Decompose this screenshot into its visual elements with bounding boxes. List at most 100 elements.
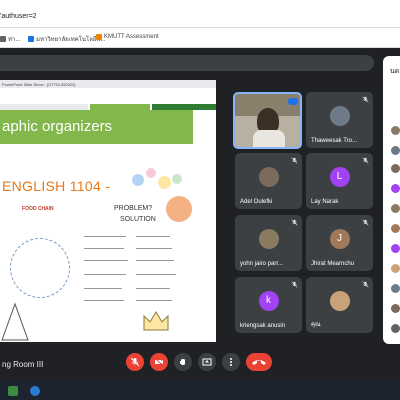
avatar: [329, 291, 350, 311]
participant-tile[interactable]: คุณ: [306, 277, 373, 333]
doodle-line: [84, 248, 124, 249]
participant-tile[interactable]: Adel Oulefki: [235, 153, 302, 209]
hand-icon: [180, 359, 185, 365]
avatar: [391, 184, 400, 193]
participant-name: คุณ: [311, 322, 321, 328]
avatar: [391, 164, 400, 173]
os-taskbar: [0, 382, 400, 400]
present-icon: [202, 358, 212, 366]
mic-off-icon: [291, 281, 298, 288]
bookmark-label: มหาวิทยาลัยเทคโนโลยีพ...: [36, 37, 106, 43]
mic-off-icon: [362, 281, 369, 288]
doodle-line: [84, 300, 124, 301]
doodle-solution: SOLUTION: [120, 216, 156, 223]
doodle-line: [84, 260, 128, 261]
avatar: k: [258, 291, 279, 311]
slide-title: aphic organizers: [2, 118, 113, 135]
avatar: [258, 229, 279, 249]
line-app-icon[interactable]: [8, 386, 18, 396]
mic-off-icon: [362, 219, 369, 226]
camera-toggle-button[interactable]: [150, 353, 168, 371]
doodle-line: [136, 260, 174, 261]
slide-title-band: aphic organizers: [0, 110, 193, 144]
doodle-bubble: [146, 168, 156, 178]
bookmark-item[interactable]: ท่า...: [0, 34, 20, 44]
doodle-problem: PROBLEM?: [114, 205, 153, 212]
end-call-button[interactable]: [246, 353, 272, 371]
avatar: J: [329, 229, 350, 249]
participant-tile[interactable]: Thaweesak Tro...: [306, 92, 373, 148]
doodle-line: [84, 288, 122, 289]
avatar: [391, 304, 400, 313]
avatar: [391, 146, 400, 155]
participant-name: Thaweesak Tro...: [311, 138, 358, 144]
participant-name: Adel Oulefki: [240, 199, 273, 205]
video-person-body: [253, 130, 285, 147]
bookmark-label: KMUTT Assessment: [104, 34, 159, 40]
bookmark-item[interactable]: KMUTT Assessment: [96, 34, 159, 40]
doodle-food-chain: FOOD CHAIN: [22, 206, 54, 212]
meeting-room-name: ng Room III: [2, 360, 44, 369]
avatar: L: [329, 167, 350, 187]
doodle-line: [136, 300, 172, 301]
present-button[interactable]: [198, 353, 216, 371]
doodle-triangle: [1, 302, 29, 341]
meeting-top-bar: [0, 55, 374, 71]
mic-toggle-button[interactable]: [126, 353, 144, 371]
mic-off-icon: [362, 96, 369, 103]
slide-window-titlebar: PowerPoint Slide Show - [GTTM-352022]: [0, 80, 216, 88]
participant-name: Jhirat Mearnchu: [311, 261, 355, 267]
doodle-crown: [143, 311, 169, 331]
doodle-bubble: [132, 174, 144, 186]
slide-course-title: ENGLISH 1104 -: [2, 178, 111, 194]
avatar: [258, 167, 279, 187]
doodle-line: [136, 288, 170, 289]
browser-address-bar[interactable]: 'authuser=2: [0, 0, 400, 28]
more-vert-icon: [230, 358, 232, 366]
avatar: [391, 284, 400, 293]
panel-header: นด: [390, 68, 400, 75]
bookmark-icon: [96, 34, 102, 40]
speaking-indicator-icon: [288, 98, 298, 105]
end-call-icon: [252, 360, 266, 365]
participant-tile-self[interactable]: [233, 92, 302, 149]
avatar: [391, 264, 400, 273]
doodle-line: [84, 274, 126, 275]
participant-name: Lay Narak: [311, 199, 339, 205]
presentation-slide: aphic organizers ENGLISH 1104 - FOOD CHA…: [0, 88, 216, 342]
doodle-line: [84, 236, 126, 237]
participant-name: yohn jairo parr...: [240, 261, 284, 267]
mic-off-icon: [362, 157, 369, 164]
camera-off-icon: [154, 357, 164, 367]
mic-off-icon: [130, 357, 140, 367]
bookmark-item[interactable]: มหาวิทยาลัยเทคโนโลยีพ...: [28, 34, 105, 44]
doodle-cycle: [10, 238, 70, 298]
slide-window-title: PowerPoint Slide Show - [GTTM-352022]: [2, 82, 76, 87]
doodle-line: [136, 236, 170, 237]
participant-tile[interactable]: yohn jairo parr...: [235, 215, 302, 271]
mic-off-icon: [291, 219, 298, 226]
doodle-bubble: [158, 176, 171, 189]
participants-panel[interactable]: นด: [383, 56, 400, 344]
doodle-line: [136, 274, 176, 275]
bookmark-label: ท่า...: [8, 37, 21, 43]
avatar: [391, 324, 400, 333]
meeting-controls-bar: ng Room III: [0, 346, 400, 382]
avatar: [391, 204, 400, 213]
bookmark-icon: [28, 36, 34, 42]
doodle-bubble: [172, 174, 182, 184]
raise-hand-button[interactable]: [174, 353, 192, 371]
app-icon[interactable]: [30, 386, 40, 396]
avatar: [329, 106, 350, 126]
doodle-line: [136, 248, 172, 249]
participant-tile[interactable]: k kriengsak anusin: [235, 277, 302, 333]
participant-tile[interactable]: L Lay Narak: [306, 153, 373, 209]
participant-tile[interactable]: J Jhirat Mearnchu: [306, 215, 373, 271]
bookmarks-bar: ท่า... มหาวิทยาลัยเทคโนโลยีพ... KMUTT As…: [0, 28, 400, 48]
more-options-button[interactable]: [222, 353, 240, 371]
url-text[interactable]: 'authuser=2: [0, 13, 37, 20]
avatar: [391, 126, 400, 135]
doodle-blob: [166, 196, 192, 222]
avatar: [391, 224, 400, 233]
participant-name: kriengsak anusin: [240, 323, 286, 329]
